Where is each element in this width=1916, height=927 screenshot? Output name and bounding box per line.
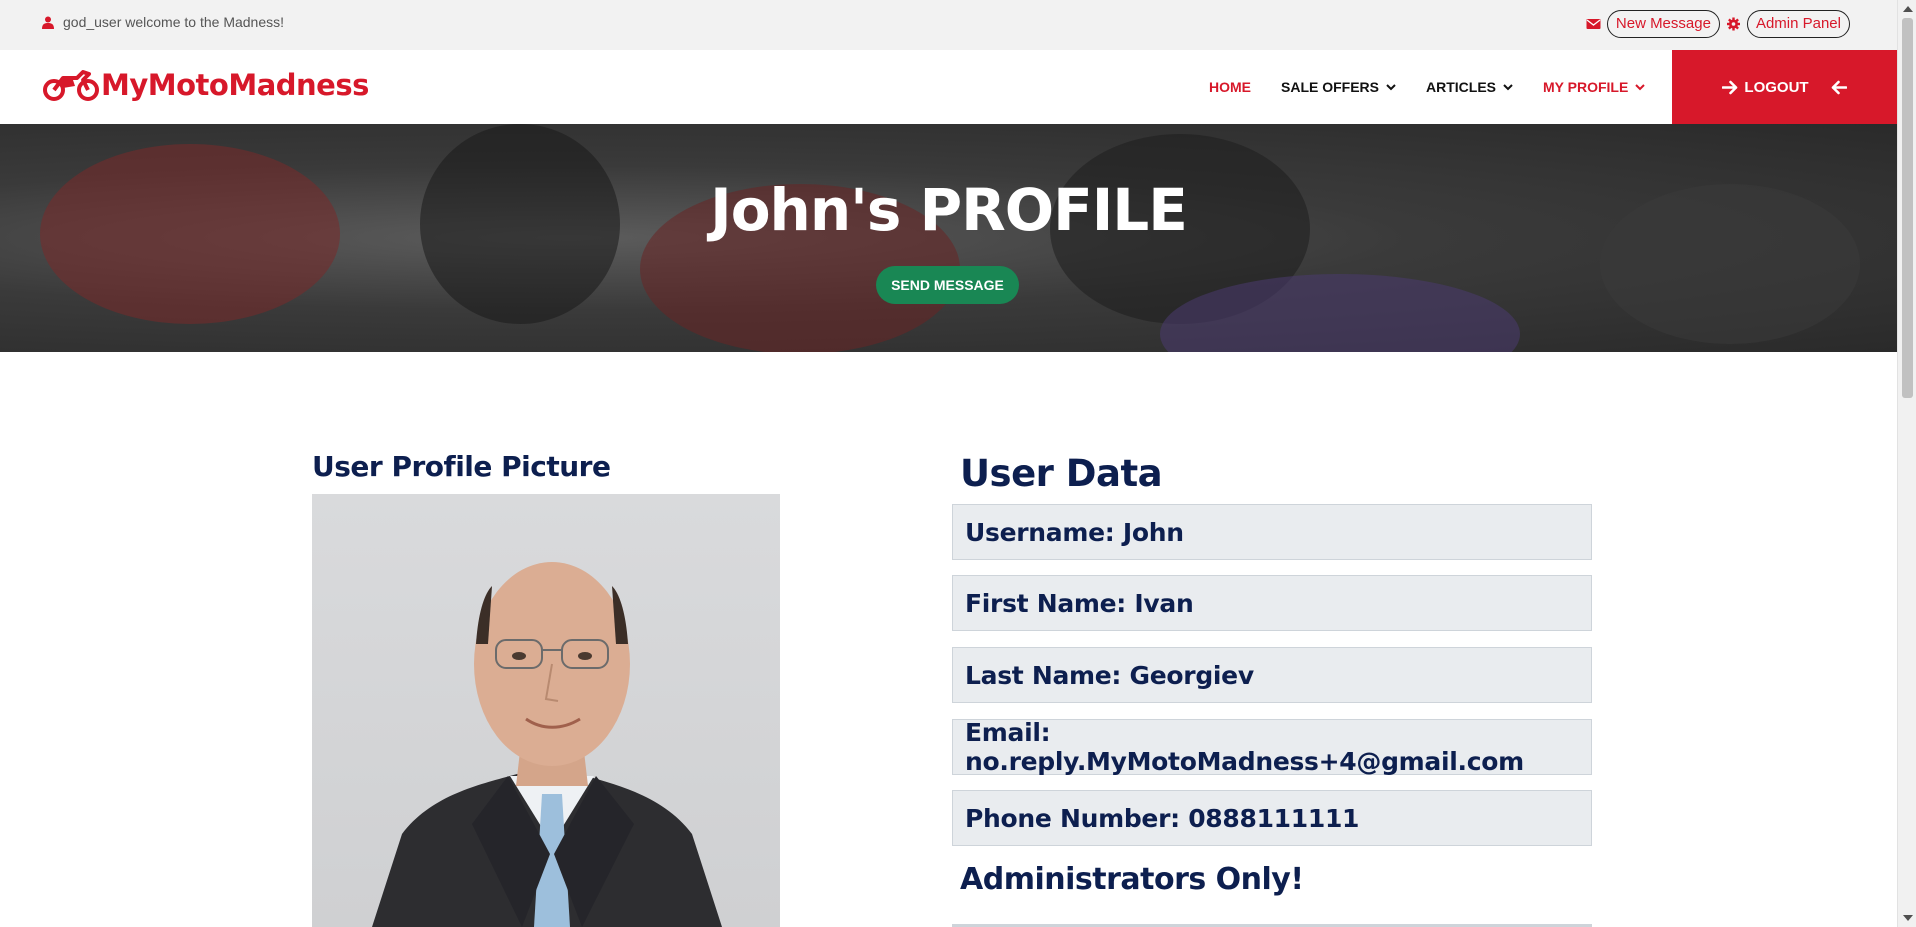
nav-my-profile[interactable]: MY PROFILE	[1543, 79, 1646, 95]
site-logo[interactable]: MyMotoMadness	[43, 68, 369, 102]
nav-articles[interactable]: ARTICLES	[1426, 79, 1513, 95]
main-nav: HOME SALE OFFERS ARTICLES MY PROFILE	[1209, 50, 1646, 124]
user-data-heading: User Data	[960, 452, 1163, 495]
logout-button[interactable]: LOGOUT	[1672, 50, 1897, 124]
chevron-down-icon	[1386, 83, 1396, 90]
email-field: Email: no.reply.MyMotoMadness+4@gmail.co…	[952, 718, 1592, 776]
admin-panel-button[interactable]: Admin Panel	[1746, 10, 1850, 38]
nav-sale-offers[interactable]: SALE OFFERS	[1281, 79, 1396, 95]
arrow-left-icon	[1831, 80, 1847, 94]
nav-articles-label: ARTICLES	[1426, 79, 1497, 95]
first-name-field: First Name: Ivan	[952, 575, 1592, 631]
welcome-message: god_user welcome to the Madness!	[42, 14, 284, 30]
username-field: Username: John	[952, 504, 1592, 560]
last-name-field: Last Name: Georgiev	[952, 647, 1592, 703]
nav-home-label: HOME	[1209, 79, 1251, 95]
nav-sale-offers-label: SALE OFFERS	[1281, 79, 1380, 95]
administrators-only-heading: Administrators Only!	[960, 862, 1304, 897]
user-icon	[42, 16, 54, 29]
top-bar: god_user welcome to the Madness! New Mes…	[0, 0, 1897, 50]
profile-banner: John's PROFILE SEND MESSAGE	[0, 124, 1897, 352]
profile-photo-image	[372, 562, 722, 927]
page-scrollbar[interactable]	[1897, 0, 1916, 927]
chevron-down-icon	[1503, 83, 1513, 90]
gear-icon	[1726, 17, 1740, 31]
top-actions: New Message Admin Panel	[1586, 10, 1850, 38]
new-message-button[interactable]: New Message	[1606, 10, 1720, 38]
logout-label: LOGOUT	[1744, 78, 1809, 96]
scroll-thumb[interactable]	[1902, 18, 1913, 398]
main-header: MyMotoMadness HOME SALE OFFERS ARTICLES …	[0, 50, 1897, 124]
profile-picture-heading: User Profile Picture	[312, 450, 611, 483]
send-message-button[interactable]: SEND MESSAGE	[876, 266, 1019, 304]
nav-home[interactable]: HOME	[1209, 79, 1251, 95]
scroll-down-arrow-icon[interactable]	[1903, 915, 1913, 921]
phone-number-field: Phone Number: 0888111111	[952, 790, 1592, 846]
page-title: John's PROFILE	[710, 176, 1188, 244]
arrow-right-icon	[1722, 80, 1738, 94]
welcome-text: god_user welcome to the Madness!	[63, 14, 285, 30]
chevron-down-icon	[1635, 83, 1646, 90]
scroll-up-arrow-icon[interactable]	[1903, 6, 1913, 12]
motorcycle-logo-icon	[43, 70, 99, 101]
logo-text: MyMotoMadness	[101, 68, 369, 102]
nav-my-profile-label: MY PROFILE	[1543, 79, 1629, 95]
envelope-icon	[1586, 19, 1601, 29]
profile-picture	[312, 494, 780, 927]
